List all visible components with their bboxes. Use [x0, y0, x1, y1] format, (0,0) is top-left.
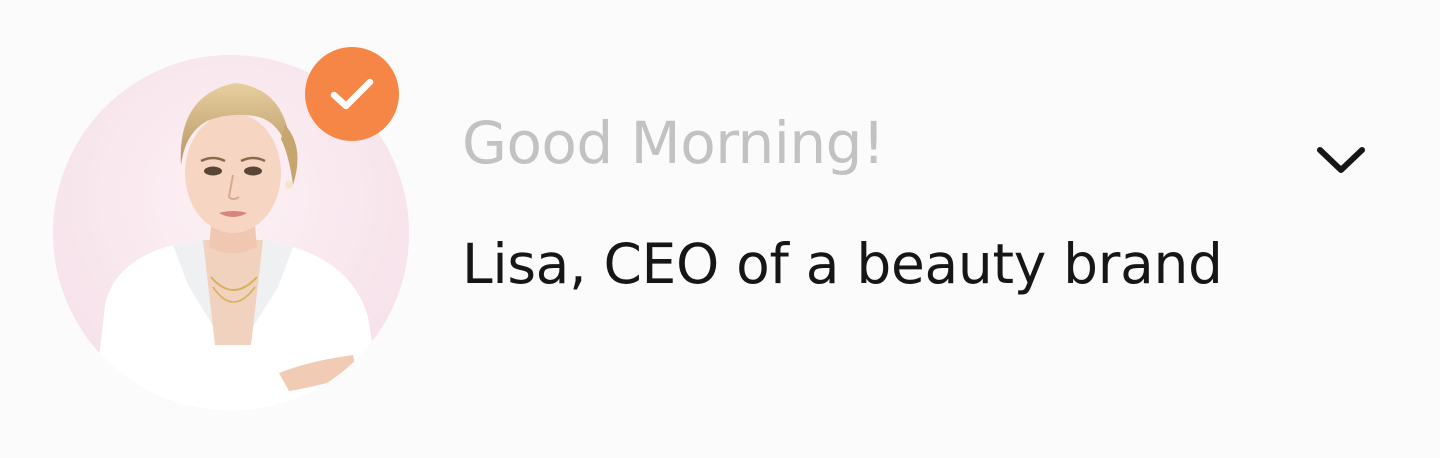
user-name-title: Lisa, CEO of a beauty brand [462, 232, 1223, 296]
greeting-text: Good Morning! [462, 109, 885, 177]
profile-header: Good Morning! Lisa, CEO of a beauty bran… [0, 0, 1440, 458]
verified-badge [305, 47, 399, 141]
chevron-down-icon [1317, 147, 1365, 173]
checkmark-icon [330, 78, 374, 110]
profile-dropdown-button[interactable] [1306, 132, 1376, 188]
